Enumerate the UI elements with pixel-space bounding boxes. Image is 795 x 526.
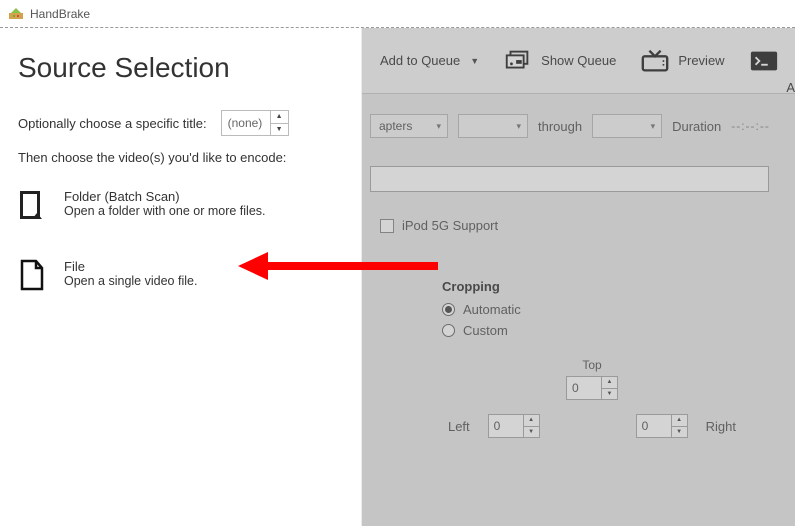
folder-icon bbox=[18, 189, 46, 221]
show-queue-button[interactable]: Show Queue bbox=[491, 35, 628, 87]
tv-icon bbox=[640, 49, 670, 73]
crop-top-label: Top bbox=[442, 358, 742, 372]
toolbar: Add to Queue ▼ Show Queue Preview A bbox=[362, 28, 795, 94]
title-spinner-down[interactable]: ▼ bbox=[271, 124, 288, 136]
ipod-label: iPod 5G Support bbox=[402, 218, 498, 233]
cropping-heading: Cropping bbox=[442, 279, 777, 294]
chapter-end-select[interactable]: ▾ bbox=[592, 114, 662, 138]
cropping-custom-label: Custom bbox=[463, 323, 508, 338]
instruction-text: Then choose the video(s) you'd like to e… bbox=[18, 150, 337, 165]
destination-input[interactable] bbox=[370, 166, 769, 192]
preview-button[interactable]: Preview bbox=[628, 35, 736, 87]
title-spinner[interactable]: ▲ ▼ bbox=[221, 110, 289, 136]
crop-top-spinner[interactable]: ▲▼ bbox=[566, 376, 618, 400]
title-spinner-input[interactable] bbox=[222, 111, 270, 135]
ipod-checkbox[interactable] bbox=[380, 219, 394, 233]
crop-left-label: Left bbox=[448, 419, 470, 434]
crop-right-label: Right bbox=[706, 419, 736, 434]
chapters-select[interactable]: apters▾ bbox=[370, 114, 448, 138]
main-area: Add to Queue ▼ Show Queue Preview A bbox=[362, 28, 795, 526]
duration-value: --:--:-- bbox=[731, 119, 770, 133]
app-title: HandBrake bbox=[30, 7, 90, 21]
file-option-desc: Open a single video file. bbox=[64, 274, 197, 288]
folder-option-desc: Open a folder with one or more files. bbox=[64, 204, 266, 218]
through-label: through bbox=[538, 119, 582, 134]
folder-option-title: Folder (Batch Scan) bbox=[64, 189, 266, 204]
source-selection-panel: Source Selection Optionally choose a spe… bbox=[0, 28, 362, 526]
folder-option[interactable]: Folder (Batch Scan) Open a folder with o… bbox=[18, 187, 337, 223]
truncated-label: A bbox=[786, 80, 795, 95]
terminal-icon bbox=[749, 49, 779, 73]
cropping-custom-radio[interactable] bbox=[442, 324, 455, 337]
cropping-auto-label: Automatic bbox=[463, 302, 521, 317]
terminal-button[interactable] bbox=[737, 35, 783, 87]
title-select-label: Optionally choose a specific title: bbox=[18, 116, 207, 131]
app-logo-icon bbox=[8, 6, 24, 22]
file-option[interactable]: File Open a single video file. bbox=[18, 257, 337, 293]
chapter-start-select[interactable]: ▾ bbox=[458, 114, 528, 138]
file-icon bbox=[18, 259, 46, 291]
crop-left-spinner[interactable]: ▲▼ bbox=[488, 414, 540, 438]
titlebar: HandBrake bbox=[0, 0, 795, 28]
crop-right-spinner[interactable]: ▲▼ bbox=[636, 414, 688, 438]
duration-label: Duration bbox=[672, 119, 721, 134]
file-option-title: File bbox=[64, 259, 197, 274]
title-spinner-up[interactable]: ▲ bbox=[271, 111, 288, 124]
cropping-auto-radio[interactable] bbox=[442, 303, 455, 316]
queue-icon bbox=[503, 49, 533, 73]
add-to-queue-button[interactable]: Add to Queue ▼ bbox=[368, 35, 491, 87]
panel-heading: Source Selection bbox=[18, 52, 337, 84]
dropdown-caret-icon: ▼ bbox=[470, 56, 479, 66]
